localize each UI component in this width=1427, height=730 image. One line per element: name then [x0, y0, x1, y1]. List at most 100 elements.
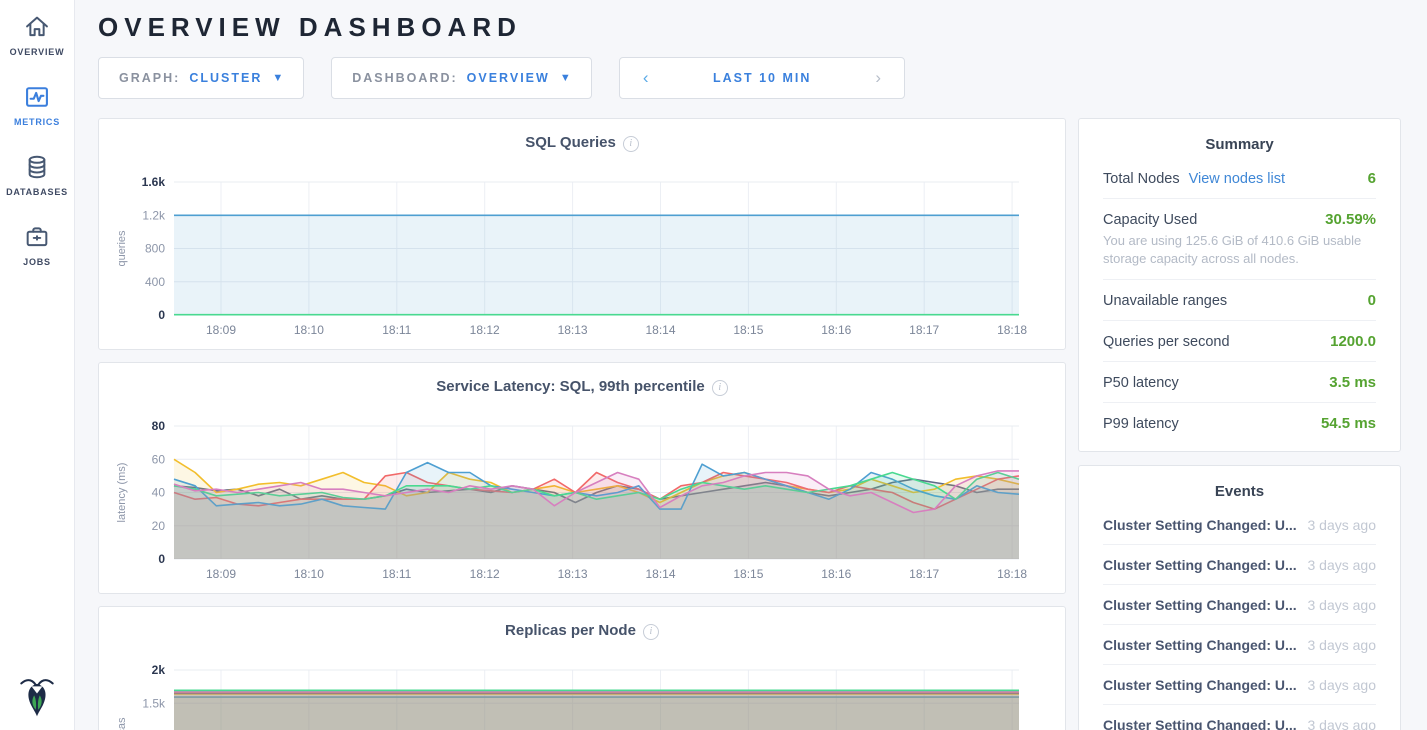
svg-text:1.6k: 1.6k — [142, 175, 166, 189]
event-label: Cluster Setting Changed: U... — [1103, 637, 1297, 653]
event-time: 3 days ago — [1308, 637, 1377, 653]
sql-queries-chart-card: SQL Queriesi 18:0918:1018:1118:1218:1318… — [98, 118, 1066, 350]
info-icon[interactable]: i — [712, 380, 728, 396]
svg-text:1.5k: 1.5k — [142, 696, 166, 710]
svg-text:18:18: 18:18 — [997, 323, 1027, 337]
sidebar-item-label: OVERVIEW — [10, 47, 65, 57]
svg-text:18:16: 18:16 — [821, 567, 851, 581]
chart-title-row: Service Latency: SQL, 99th percentile i — [99, 363, 1065, 401]
charts-column: SQL Queriesi 18:0918:1018:1118:1218:1318… — [98, 118, 1066, 730]
info-icon[interactable]: i — [623, 136, 639, 152]
svg-text:18:09: 18:09 — [206, 323, 236, 337]
event-row[interactable]: Cluster Setting Changed: U... 3 days ago — [1103, 665, 1376, 705]
sidebar-item-jobs[interactable]: JOBS — [23, 223, 51, 267]
sql-queries-chart[interactable]: 18:0918:1018:1118:1218:1318:1418:1518:16… — [99, 157, 1065, 347]
svg-text:2k: 2k — [152, 663, 166, 677]
chevron-down-icon: ▼ — [560, 72, 571, 84]
chart-title: Service Latency: SQL, 99th percentile — [436, 378, 704, 395]
info-icon[interactable]: i — [643, 624, 659, 640]
event-label: Cluster Setting Changed: U... — [1103, 677, 1297, 693]
sidebar-item-overview[interactable]: OVERVIEW — [10, 13, 65, 57]
view-nodes-list-link[interactable]: View nodes list — [1189, 171, 1285, 187]
time-next-button[interactable]: › — [853, 58, 904, 98]
svg-text:60: 60 — [152, 452, 166, 466]
summary-label: Queries per second — [1103, 334, 1230, 350]
event-time: 3 days ago — [1308, 597, 1377, 613]
svg-text:800: 800 — [145, 242, 165, 256]
svg-text:18:11: 18:11 — [382, 323, 411, 337]
event-label: Cluster Setting Changed: U... — [1103, 517, 1297, 533]
summary-row-unavailable-ranges: Unavailable ranges 0 — [1103, 280, 1376, 321]
svg-text:18:14: 18:14 — [645, 323, 675, 337]
chevron-down-icon: ▼ — [272, 72, 283, 84]
summary-value: 30.59% — [1325, 211, 1376, 228]
svg-text:queries: queries — [116, 230, 128, 267]
event-row[interactable]: Cluster Setting Changed: U... 3 days ago — [1103, 545, 1376, 585]
svg-text:18:17: 18:17 — [909, 323, 939, 337]
summary-panel: Summary Total Nodes View nodes list 6 Ca… — [1078, 118, 1401, 452]
svg-text:18:10: 18:10 — [294, 567, 324, 581]
svg-text:18:09: 18:09 — [206, 567, 236, 581]
event-row[interactable]: Cluster Setting Changed: U... 3 days ago — [1103, 585, 1376, 625]
time-range-button[interactable]: LAST 10 MIN — [672, 58, 853, 98]
event-label: Cluster Setting Changed: U... — [1103, 717, 1297, 730]
svg-text:18:18: 18:18 — [997, 567, 1027, 581]
svg-text:18:10: 18:10 — [294, 323, 324, 337]
summary-row-p99-latency: P99 latency 54.5 ms — [1103, 403, 1376, 443]
svg-text:18:16: 18:16 — [821, 323, 851, 337]
service-latency-chart-card: Service Latency: SQL, 99th percentile i 1… — [98, 362, 1066, 594]
summary-label: Capacity Used — [1103, 212, 1197, 228]
dashboard-dropdown[interactable]: DASHBOARD: OVERVIEW ▼ — [331, 57, 591, 99]
event-time: 3 days ago — [1308, 677, 1377, 693]
summary-label: P50 latency — [1103, 375, 1179, 391]
event-time: 3 days ago — [1308, 717, 1377, 730]
svg-text:18:15: 18:15 — [733, 567, 763, 581]
svg-text:40: 40 — [152, 486, 166, 500]
page-title: OVERVIEW DASHBOARD — [98, 12, 1403, 43]
event-label: Cluster Setting Changed: U... — [1103, 557, 1297, 573]
summary-row-total-nodes: Total Nodes View nodes list 6 — [1103, 158, 1376, 199]
briefcase-icon — [23, 223, 51, 251]
controls-row: GRAPH: CLUSTER ▼ DASHBOARD: OVERVIEW ▼ ‹… — [98, 57, 1403, 99]
service-latency-chart[interactable]: 18:0918:1018:1118:1218:1318:1418:1518:16… — [99, 401, 1065, 591]
right-column: Summary Total Nodes View nodes list 6 Ca… — [1078, 118, 1401, 730]
svg-text:0: 0 — [158, 308, 165, 322]
sidebar: OVERVIEW METRICS DATABASES — [0, 0, 75, 730]
summary-row-queries-per-second: Queries per second 1200.0 — [1103, 321, 1376, 362]
summary-row-p50-latency: P50 latency 3.5 ms — [1103, 362, 1376, 403]
event-row[interactable]: Cluster Setting Changed: U... 3 days ago — [1103, 705, 1376, 730]
sidebar-item-databases[interactable]: DATABASES — [6, 153, 68, 197]
cockroachdb-logo[interactable] — [0, 674, 74, 720]
event-row[interactable]: Cluster Setting Changed: U... 3 days ago — [1103, 625, 1376, 665]
sidebar-item-label: JOBS — [23, 257, 51, 267]
cockroach-icon — [16, 674, 58, 720]
capacity-description: You are using 125.6 GiB of 410.6 GiB usa… — [1103, 232, 1376, 268]
svg-text:latency (ms): latency (ms) — [116, 463, 128, 523]
chart-title-row: SQL Queriesi — [99, 119, 1065, 157]
sidebar-item-metrics[interactable]: METRICS — [14, 83, 60, 127]
time-prev-button[interactable]: ‹ — [620, 58, 672, 98]
graph-dropdown-value: CLUSTER — [189, 71, 262, 85]
metrics-icon — [23, 83, 51, 111]
svg-text:18:11: 18:11 — [382, 567, 411, 581]
chart-title-row: Replicas per Nodei — [99, 607, 1065, 645]
svg-text:80: 80 — [152, 419, 166, 433]
svg-text:replicas: replicas — [116, 717, 128, 730]
summary-row-capacity-used: Capacity Used 30.59% You are using 125.6… — [1103, 199, 1376, 280]
svg-text:20: 20 — [152, 519, 166, 533]
summary-value: 1200.0 — [1330, 333, 1376, 350]
svg-text:18:17: 18:17 — [909, 567, 939, 581]
replicas-per-node-chart[interactable]: 18:0918:1018:1118:1218:1318:1418:1518:16… — [99, 645, 1065, 730]
event-row[interactable]: Cluster Setting Changed: U... 3 days ago — [1103, 505, 1376, 545]
graph-dropdown[interactable]: GRAPH: CLUSTER ▼ — [98, 57, 304, 99]
summary-label: P99 latency — [1103, 416, 1179, 432]
summary-value: 54.5 ms — [1321, 415, 1376, 432]
database-icon — [23, 153, 51, 181]
event-time: 3 days ago — [1308, 517, 1377, 533]
summary-value: 3.5 ms — [1329, 374, 1376, 391]
svg-text:18:13: 18:13 — [558, 567, 588, 581]
events-title: Events — [1079, 466, 1400, 505]
replicas-per-node-chart-card: Replicas per Nodei 18:0918:1018:1118:121… — [98, 606, 1066, 730]
svg-text:18:15: 18:15 — [733, 323, 763, 337]
summary-value: 0 — [1368, 292, 1376, 309]
